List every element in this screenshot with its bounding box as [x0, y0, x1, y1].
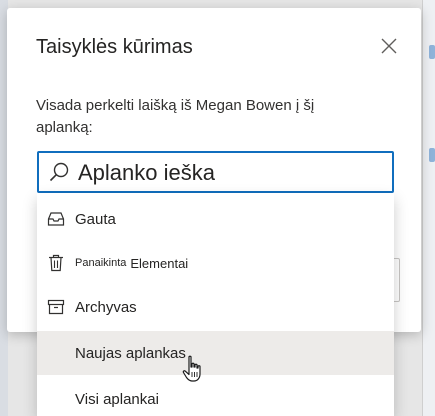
folder-search-input[interactable]: [78, 160, 368, 186]
trash-icon: [47, 254, 65, 272]
folder-item-new-folder[interactable]: Naujas aplankas: [37, 331, 394, 375]
background-link-fragment: [429, 45, 435, 59]
folder-item-deleted[interactable]: Panaikinta Elementai: [37, 241, 394, 285]
folder-item-label: Naujas aplankas: [75, 344, 186, 362]
folder-item-all-folders[interactable]: Visi aplankai: [37, 377, 394, 416]
item-spacer: [47, 344, 65, 362]
folder-dropdown: Gauta Panaikinta Elementai Archyvas Nauj…: [37, 193, 394, 416]
background-link-fragment: [429, 148, 435, 162]
inbox-icon: [47, 210, 65, 228]
folder-item-label: Gauta: [75, 210, 116, 228]
dialog-description: Visada perkelti laišką iš Megan Bowen į …: [36, 97, 315, 136]
close-button[interactable]: [376, 33, 402, 59]
archive-icon: [47, 298, 65, 316]
folder-item-archive[interactable]: Archyvas: [37, 285, 394, 329]
folder-search-box[interactable]: [37, 151, 394, 193]
folder-item-label: Visi aplankai: [75, 390, 159, 408]
folder-item-label-suffix: Elementai: [130, 255, 189, 271]
folder-item-label: Archyvas: [75, 298, 137, 316]
background-right-pane: [423, 0, 435, 416]
search-icon: [48, 161, 70, 183]
item-spacer: [47, 390, 65, 408]
close-icon: [381, 38, 397, 54]
dialog-title: Taisyklės kūrimas: [36, 36, 193, 58]
folder-item-label: Panaikinta: [75, 257, 127, 269]
folder-item-inbox[interactable]: Gauta: [37, 197, 394, 241]
